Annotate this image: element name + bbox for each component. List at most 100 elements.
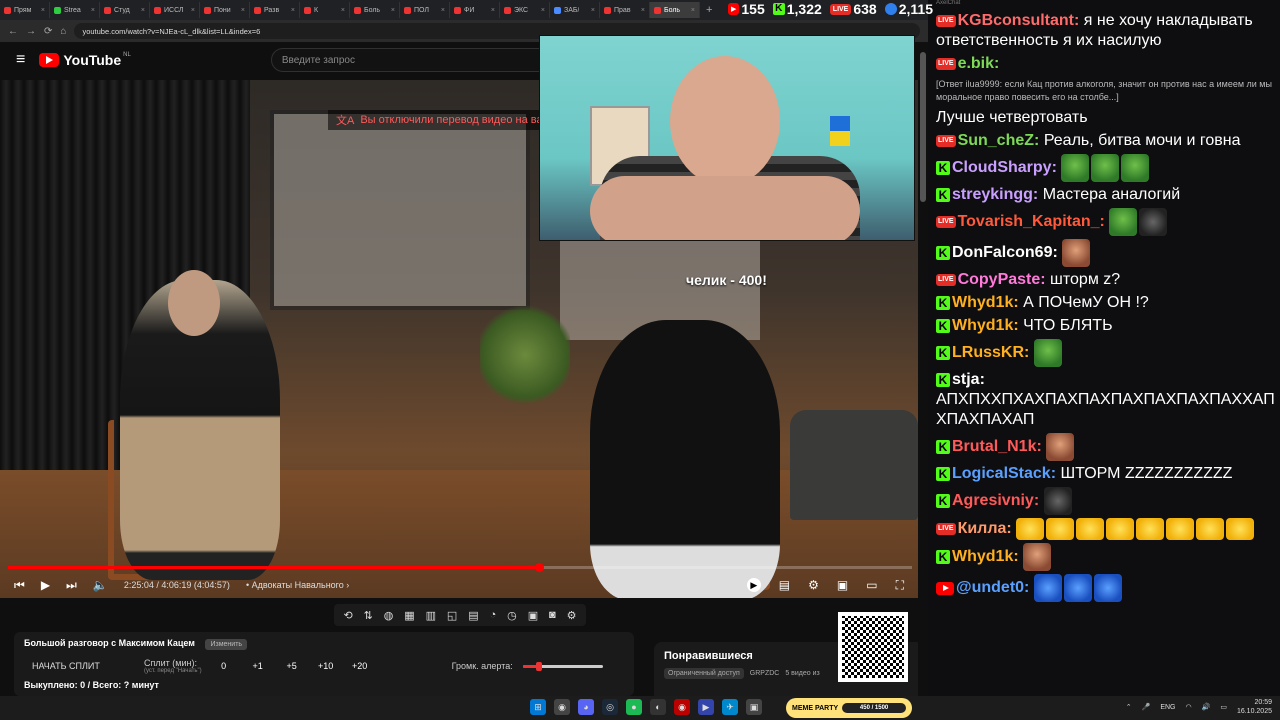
chat-username[interactable]: Brutal_N1k xyxy=(952,438,1036,455)
chevron-up-icon[interactable]: ⌃ xyxy=(1126,703,1132,711)
theater-icon[interactable]: ▭ xyxy=(866,578,877,592)
browser-tab[interactable]: ЗАБ/ × xyxy=(550,2,600,18)
telegram-icon[interactable]: ✈ xyxy=(722,699,738,715)
start-icon[interactable]: ⊞ xyxy=(530,699,546,715)
subtitles-icon[interactable]: ▤ xyxy=(779,578,790,592)
chapter-title[interactable]: • Адвокаты Навального › xyxy=(246,580,349,590)
chat-username[interactable]: Sun_cheZ xyxy=(958,132,1034,149)
chat-username[interactable]: Whyd1k xyxy=(952,294,1013,311)
steam-icon[interactable]: ◎ xyxy=(602,699,618,715)
chat-username[interactable]: LogicalStack xyxy=(952,465,1051,482)
chat-username[interactable]: DonFalcon69 xyxy=(952,244,1052,261)
chat-username[interactable]: KGBconsultant xyxy=(958,12,1074,29)
language-indicator[interactable]: ENG xyxy=(1160,704,1175,711)
recorder-icon[interactable]: ◉ xyxy=(674,699,690,715)
media-icon[interactable]: ▶ xyxy=(698,699,714,715)
close-icon[interactable]: × xyxy=(141,7,145,14)
menu-icon[interactable]: ≡ xyxy=(16,51,25,69)
browser-tab[interactable]: Боль × xyxy=(350,2,400,18)
loop-icon[interactable]: ⟲ xyxy=(343,609,352,622)
close-icon[interactable]: × xyxy=(341,7,345,14)
next-icon[interactable]: ⏭ xyxy=(66,578,77,593)
browser-tab[interactable]: Боль × xyxy=(650,2,700,18)
chat-username[interactable]: stja xyxy=(952,371,980,388)
filmstrip-icon[interactable]: ▥ xyxy=(426,609,436,622)
browser-tab[interactable]: ФИ × xyxy=(450,2,500,18)
chrome-icon[interactable]: ◉ xyxy=(554,699,570,715)
playlist-owner[interactable]: GRPZDC xyxy=(750,670,780,677)
chat-username[interactable]: Whyd1k xyxy=(952,548,1013,565)
close-icon[interactable]: × xyxy=(191,7,195,14)
progress-bar[interactable] xyxy=(8,563,912,572)
chat-username[interactable]: Килла xyxy=(958,520,1007,537)
chat-username[interactable]: CopyPaste xyxy=(958,271,1041,288)
wifi-icon[interactable]: ◠ xyxy=(1186,703,1192,711)
chat-username[interactable]: @undet0 xyxy=(956,579,1024,596)
browser-tab[interactable]: К × xyxy=(300,2,350,18)
close-icon[interactable]: × xyxy=(91,7,95,14)
fullscreen-icon[interactable]: ⛶ xyxy=(896,578,904,593)
close-icon[interactable]: × xyxy=(591,7,595,14)
add-10-button[interactable]: +10 xyxy=(314,661,338,671)
sort-icon[interactable]: ⇅ xyxy=(364,609,373,622)
expand-icon[interactable]: ◱ xyxy=(447,609,457,622)
clock[interactable]: 20:59 16.10.2025 xyxy=(1237,698,1272,716)
capture-icon[interactable]: ▣ xyxy=(528,609,538,622)
speed-icon[interactable]: ◔ xyxy=(490,609,497,621)
chat-username[interactable]: Agresivniy xyxy=(952,492,1034,509)
chat-username[interactable]: streykingg xyxy=(952,186,1033,203)
app-icon[interactable]: ▣ xyxy=(746,699,762,715)
spotify-icon[interactable]: ● xyxy=(626,699,642,715)
browser-tab[interactable]: Пони × xyxy=(200,2,250,18)
browser-tab[interactable]: ЭКС × xyxy=(500,2,550,18)
gear-icon[interactable]: ⚙ xyxy=(808,578,819,592)
battery-icon[interactable]: ▭ xyxy=(1220,703,1227,711)
close-icon[interactable]: × xyxy=(691,7,695,14)
browser-tab[interactable]: Прям × xyxy=(0,2,50,18)
progress-knob[interactable] xyxy=(534,563,544,572)
discord-icon[interactable]: ◕ xyxy=(578,699,594,715)
gear-icon[interactable]: ⚙ xyxy=(567,609,577,622)
chat-username[interactable]: LRussKR xyxy=(952,344,1024,361)
close-icon[interactable]: × xyxy=(291,7,295,14)
browser-tab[interactable]: Разв × xyxy=(250,2,300,18)
slider-knob[interactable] xyxy=(535,661,542,671)
scrollbar-thumb[interactable] xyxy=(920,52,926,202)
timer-icon[interactable]: ◷ xyxy=(507,609,517,622)
microphone-icon[interactable]: 🎤 xyxy=(1142,703,1151,711)
chat-username[interactable]: e.bik xyxy=(958,55,994,72)
obs-icon[interactable]: ◐ xyxy=(650,699,666,715)
close-icon[interactable]: × xyxy=(241,7,245,14)
close-icon[interactable]: × xyxy=(441,7,445,14)
add-20-button[interactable]: +20 xyxy=(348,661,372,671)
miniplayer-icon[interactable]: ▣ xyxy=(837,578,848,592)
cinema-icon[interactable]: ▦ xyxy=(404,609,414,622)
page-scrollbar[interactable] xyxy=(918,42,928,696)
close-icon[interactable]: × xyxy=(641,7,645,14)
previous-icon[interactable]: ⏮ xyxy=(14,578,25,593)
home-icon[interactable]: ⌂ xyxy=(60,26,66,37)
browser-tab[interactable]: ПОЛ × xyxy=(400,2,450,18)
play-icon[interactable]: ▶ xyxy=(41,578,50,592)
youtube-logo[interactable]: YouTube NL xyxy=(39,52,131,68)
audio-icon[interactable]: ◍ xyxy=(384,609,394,622)
reload-icon[interactable]: ⟳ xyxy=(44,26,52,37)
close-icon[interactable]: × xyxy=(391,7,395,14)
edit-button[interactable]: Изменить xyxy=(205,639,248,650)
chat-username[interactable]: CloudSharpy xyxy=(952,159,1052,176)
chat-username[interactable]: Tovarish_Kapitan_ xyxy=(958,213,1100,230)
add-1-button[interactable]: +1 xyxy=(246,661,270,671)
volume-icon[interactable]: 🔊 xyxy=(1202,703,1211,711)
browser-tab[interactable]: ИССЛ × xyxy=(150,2,200,18)
shield-icon[interactable]: ▶ xyxy=(746,578,761,592)
volume-icon[interactable]: 🔈 xyxy=(93,578,108,592)
search-input[interactable]: Введите запрос xyxy=(270,48,551,72)
browser-tab[interactable]: Студ × xyxy=(100,2,150,18)
forward-icon[interactable]: → xyxy=(26,26,36,37)
alert-volume-slider[interactable] xyxy=(522,661,603,671)
close-icon[interactable]: × xyxy=(41,7,45,14)
close-icon[interactable]: × xyxy=(491,7,495,14)
start-split-button[interactable]: НАЧАТЬ СПЛИТ xyxy=(24,661,134,671)
browser-tab[interactable]: Прав × xyxy=(600,2,650,18)
add-5-button[interactable]: +5 xyxy=(280,661,304,671)
